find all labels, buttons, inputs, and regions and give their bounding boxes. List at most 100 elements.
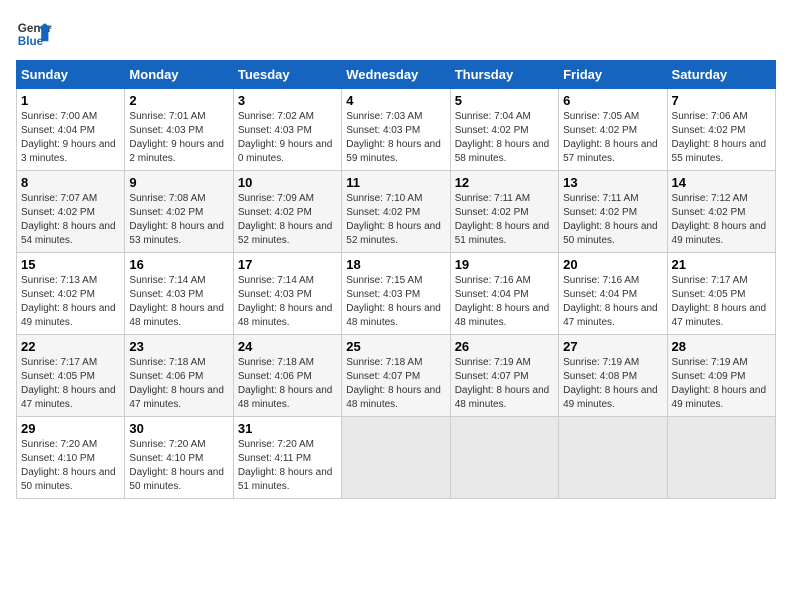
calendar-cell — [342, 417, 450, 499]
day-number: 22 — [21, 339, 120, 354]
day-info: Sunrise: 7:17 AM Sunset: 4:05 PM Dayligh… — [21, 356, 120, 412]
week-row-1: 1 Sunrise: 7:00 AM Sunset: 4:04 PM Daylig… — [17, 89, 776, 171]
week-row-3: 15 Sunrise: 7:13 AM Sunset: 4:02 PM Dayli… — [17, 253, 776, 335]
day-info: Sunrise: 7:18 AM Sunset: 4:06 PM Dayligh… — [129, 356, 228, 412]
day-number: 15 — [21, 257, 120, 272]
calendar-cell: 22 Sunrise: 7:17 AM Sunset: 4:05 PM Dayli… — [17, 335, 125, 417]
day-number: 6 — [563, 93, 662, 108]
weekday-friday: Friday — [559, 61, 667, 89]
day-info: Sunrise: 7:19 AM Sunset: 4:09 PM Dayligh… — [672, 356, 771, 412]
day-info: Sunrise: 7:20 AM Sunset: 4:10 PM Dayligh… — [129, 438, 228, 494]
day-number: 12 — [455, 175, 554, 190]
calendar-cell: 7 Sunrise: 7:06 AM Sunset: 4:02 PM Daylig… — [667, 89, 775, 171]
calendar-cell: 13 Sunrise: 7:11 AM Sunset: 4:02 PM Dayli… — [559, 171, 667, 253]
calendar-cell: 21Sunrise: 7:17 AM Sunset: 4:05 PM Dayli… — [667, 253, 775, 335]
day-number: 1 — [21, 93, 120, 108]
day-number: 9 — [129, 175, 228, 190]
calendar-cell — [450, 417, 558, 499]
week-row-4: 22 Sunrise: 7:17 AM Sunset: 4:05 PM Dayli… — [17, 335, 776, 417]
day-info: Sunrise: 7:04 AM Sunset: 4:02 PM Dayligh… — [455, 110, 554, 166]
weekday-tuesday: Tuesday — [233, 61, 341, 89]
day-number: 18 — [346, 257, 445, 272]
day-info: Sunrise: 7:20 AM Sunset: 4:10 PM Dayligh… — [21, 438, 120, 494]
day-number: 29 — [21, 421, 120, 436]
day-number: 26 — [455, 339, 554, 354]
day-number: 2 — [129, 93, 228, 108]
calendar-cell: 10 Sunrise: 7:09 AM Sunset: 4:02 PM Dayli… — [233, 171, 341, 253]
day-info: Sunrise: 7:15 AM Sunset: 4:03 PM Dayligh… — [346, 274, 445, 330]
day-number: 24 — [238, 339, 337, 354]
calendar-cell: 5Sunrise: 7:04 AM Sunset: 4:02 PM Daylig… — [450, 89, 558, 171]
week-row-2: 8Sunrise: 7:07 AM Sunset: 4:02 PM Daylig… — [17, 171, 776, 253]
calendar-cell: 16 Sunrise: 7:14 AM Sunset: 4:03 PM Dayli… — [125, 253, 233, 335]
day-number: 11 — [346, 175, 445, 190]
weekday-header-row: SundayMondayTuesdayWednesdayThursdayFrid… — [17, 61, 776, 89]
day-number: 3 — [238, 93, 337, 108]
day-info: Sunrise: 7:16 AM Sunset: 4:04 PM Dayligh… — [455, 274, 554, 330]
day-number: 20 — [563, 257, 662, 272]
day-info: Sunrise: 7:19 AM Sunset: 4:08 PM Dayligh… — [563, 356, 662, 412]
day-number: 16 — [129, 257, 228, 272]
calendar-cell: 28 Sunrise: 7:19 AM Sunset: 4:09 PM Dayli… — [667, 335, 775, 417]
day-info: Sunrise: 7:11 AM Sunset: 4:02 PM Dayligh… — [563, 192, 662, 248]
day-info: Sunrise: 7:12 AM Sunset: 4:02 PM Dayligh… — [672, 192, 771, 248]
calendar-cell: 2Sunrise: 7:01 AM Sunset: 4:03 PM Daylig… — [125, 89, 233, 171]
day-info: Sunrise: 7:08 AM Sunset: 4:02 PM Dayligh… — [129, 192, 228, 248]
day-info: Sunrise: 7:10 AM Sunset: 4:02 PM Dayligh… — [346, 192, 445, 248]
day-number: 23 — [129, 339, 228, 354]
day-info: Sunrise: 7:16 AM Sunset: 4:04 PM Dayligh… — [563, 274, 662, 330]
weekday-wednesday: Wednesday — [342, 61, 450, 89]
day-info: Sunrise: 7:07 AM Sunset: 4:02 PM Dayligh… — [21, 192, 120, 248]
logo: General Blue — [16, 16, 52, 52]
day-info: Sunrise: 7:09 AM Sunset: 4:02 PM Dayligh… — [238, 192, 337, 248]
calendar-cell: 4 Sunrise: 7:03 AM Sunset: 4:03 PM Daylig… — [342, 89, 450, 171]
day-info: Sunrise: 7:02 AM Sunset: 4:03 PM Dayligh… — [238, 110, 337, 166]
day-number: 4 — [346, 93, 445, 108]
day-info: Sunrise: 7:11 AM Sunset: 4:02 PM Dayligh… — [455, 192, 554, 248]
day-number: 19 — [455, 257, 554, 272]
logo-icon: General Blue — [16, 16, 52, 52]
calendar-cell: 24Sunrise: 7:18 AM Sunset: 4:06 PM Dayli… — [233, 335, 341, 417]
day-info: Sunrise: 7:05 AM Sunset: 4:02 PM Dayligh… — [563, 110, 662, 166]
calendar-cell: 8Sunrise: 7:07 AM Sunset: 4:02 PM Daylig… — [17, 171, 125, 253]
calendar-cell: 14Sunrise: 7:12 AM Sunset: 4:02 PM Dayli… — [667, 171, 775, 253]
weekday-thursday: Thursday — [450, 61, 558, 89]
calendar-cell: 3 Sunrise: 7:02 AM Sunset: 4:03 PM Daylig… — [233, 89, 341, 171]
weekday-saturday: Saturday — [667, 61, 775, 89]
day-info: Sunrise: 7:03 AM Sunset: 4:03 PM Dayligh… — [346, 110, 445, 166]
day-number: 7 — [672, 93, 771, 108]
day-info: Sunrise: 7:00 AM Sunset: 4:04 PM Dayligh… — [21, 110, 120, 166]
calendar-cell: 15 Sunrise: 7:13 AM Sunset: 4:02 PM Dayli… — [17, 253, 125, 335]
calendar-cell: 31 Sunrise: 7:20 AM Sunset: 4:11 PM Dayli… — [233, 417, 341, 499]
day-number: 31 — [238, 421, 337, 436]
calendar-cell: 23 Sunrise: 7:18 AM Sunset: 4:06 PM Dayli… — [125, 335, 233, 417]
day-info: Sunrise: 7:06 AM Sunset: 4:02 PM Dayligh… — [672, 110, 771, 166]
calendar-cell: 1 Sunrise: 7:00 AM Sunset: 4:04 PM Daylig… — [17, 89, 125, 171]
calendar-cell: 27 Sunrise: 7:19 AM Sunset: 4:08 PM Dayli… — [559, 335, 667, 417]
day-info: Sunrise: 7:13 AM Sunset: 4:02 PM Dayligh… — [21, 274, 120, 330]
day-info: Sunrise: 7:20 AM Sunset: 4:11 PM Dayligh… — [238, 438, 337, 494]
day-number: 28 — [672, 339, 771, 354]
day-info: Sunrise: 7:14 AM Sunset: 4:03 PM Dayligh… — [129, 274, 228, 330]
calendar-cell — [667, 417, 775, 499]
calendar-cell: 6 Sunrise: 7:05 AM Sunset: 4:02 PM Daylig… — [559, 89, 667, 171]
calendar-body: 1 Sunrise: 7:00 AM Sunset: 4:04 PM Daylig… — [17, 89, 776, 499]
day-number: 10 — [238, 175, 337, 190]
calendar-cell: 12 Sunrise: 7:11 AM Sunset: 4:02 PM Dayli… — [450, 171, 558, 253]
page-header: General Blue — [16, 16, 776, 52]
calendar-cell: 25Sunrise: 7:18 AM Sunset: 4:07 PM Dayli… — [342, 335, 450, 417]
svg-text:Blue: Blue — [18, 35, 44, 48]
day-number: 17 — [238, 257, 337, 272]
day-info: Sunrise: 7:14 AM Sunset: 4:03 PM Dayligh… — [238, 274, 337, 330]
calendar-cell: 20 Sunrise: 7:16 AM Sunset: 4:04 PM Dayli… — [559, 253, 667, 335]
calendar-cell: 17 Sunrise: 7:14 AM Sunset: 4:03 PM Dayli… — [233, 253, 341, 335]
calendar-cell: 29 Sunrise: 7:20 AM Sunset: 4:10 PM Dayli… — [17, 417, 125, 499]
weekday-sunday: Sunday — [17, 61, 125, 89]
day-number: 13 — [563, 175, 662, 190]
day-number: 27 — [563, 339, 662, 354]
day-info: Sunrise: 7:17 AM Sunset: 4:05 PM Dayligh… — [672, 274, 771, 330]
day-number: 30 — [129, 421, 228, 436]
calendar-table: SundayMondayTuesdayWednesdayThursdayFrid… — [16, 60, 776, 499]
day-number: 25 — [346, 339, 445, 354]
calendar-cell: 18 Sunrise: 7:15 AM Sunset: 4:03 PM Dayli… — [342, 253, 450, 335]
